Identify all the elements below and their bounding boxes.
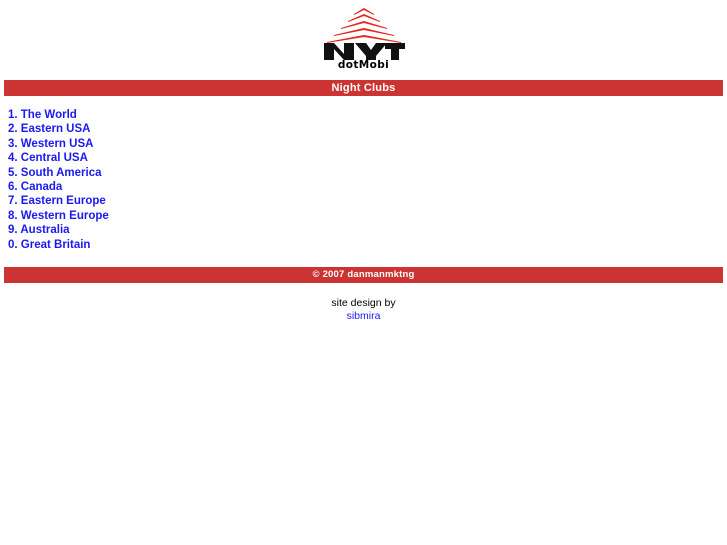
logo-inner: dotMobi <box>322 8 406 71</box>
site-credit: site design by sibmira <box>0 297 727 322</box>
logo-subtitle: dotMobi <box>337 59 390 71</box>
nav-item-eastern-usa[interactable]: 2. Eastern USA <box>8 122 90 136</box>
nyt-pyramid-logo-icon <box>322 8 406 43</box>
nav-item-south-america[interactable]: 5. South America <box>8 166 102 180</box>
nav-item-eastern-europe[interactable]: 7. Eastern Europe <box>8 194 106 208</box>
nyt-wordmark <box>322 41 406 61</box>
site-credit-label: site design by <box>331 297 396 310</box>
nav-item-central-usa[interactable]: 4. Central USA <box>8 151 88 165</box>
page-title: Night Clubs <box>4 80 723 96</box>
nav-item-great-britain[interactable]: 0. Great Britain <box>8 238 90 252</box>
site-logo[interactable]: dotMobi <box>0 0 727 71</box>
page-root: dotMobi Night Clubs 1. The World 2. East… <box>0 0 727 545</box>
nav-item-western-europe[interactable]: 8. Western Europe <box>8 209 109 223</box>
nav-item-the-world[interactable]: 1. The World <box>8 108 77 122</box>
nav-item-western-usa[interactable]: 3. Western USA <box>8 137 93 151</box>
nav-item-canada[interactable]: 6. Canada <box>8 180 62 194</box>
nav-item-australia[interactable]: 9. Australia <box>8 223 70 237</box>
copyright-bar: © 2007 danmanmktng <box>4 267 723 284</box>
site-credit-link[interactable]: sibmira <box>0 310 727 322</box>
category-nav: 1. The World 2. Eastern USA 3. Western U… <box>0 96 727 252</box>
